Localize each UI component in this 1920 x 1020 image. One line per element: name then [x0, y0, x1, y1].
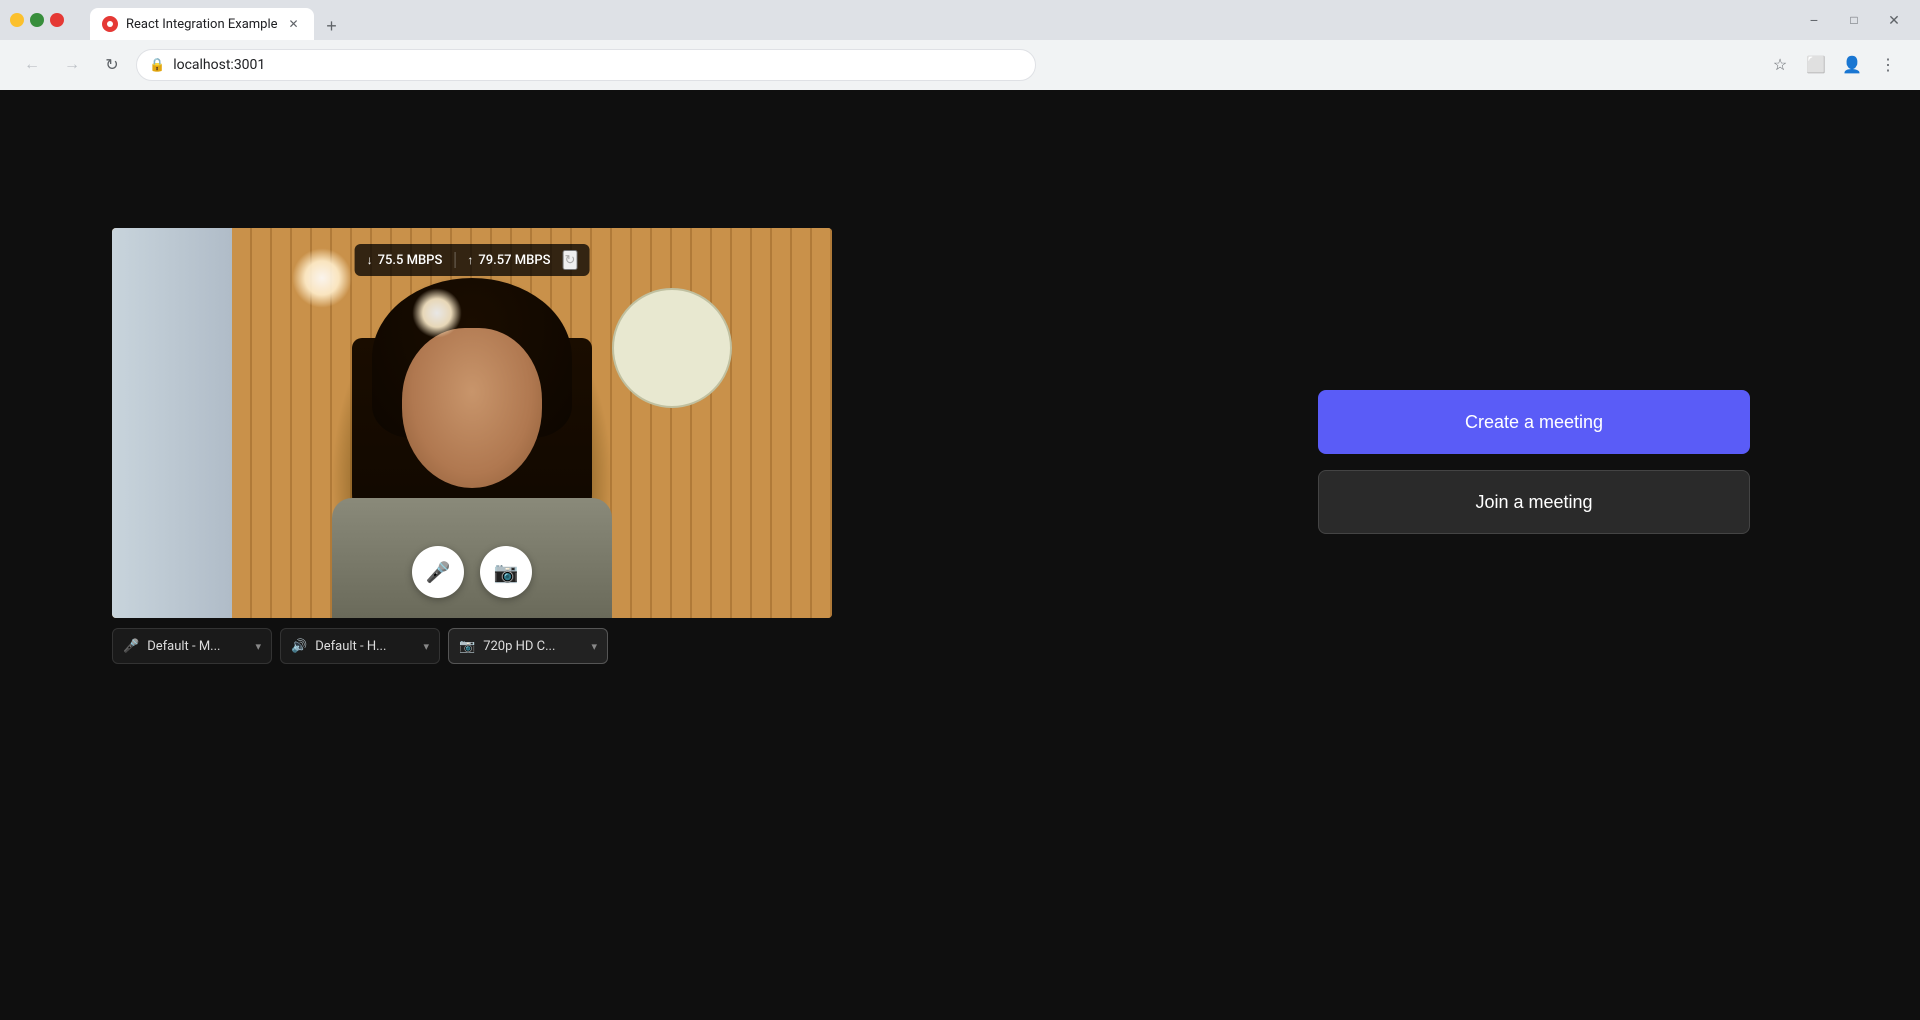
window-close-btn[interactable]: ✕ — [1878, 4, 1910, 36]
nav-bar: ← → ↻ 🔒 localhost:3001 ☆ ⬜ 👤 ⋮ — [0, 40, 1920, 90]
download-stat: ↓ 75.5 MBPS — [367, 253, 443, 268]
page-content: ↓ 75.5 MBPS ↑ 79.57 MBPS ↻ 🎤 📷 — [0, 90, 1920, 1020]
download-speed: 75.5 MBPS — [378, 253, 443, 268]
camera-select-text: 720p HD C... — [483, 639, 583, 654]
join-meeting-button[interactable]: Join a meeting — [1318, 470, 1750, 534]
new-tab-button[interactable]: + — [318, 12, 346, 40]
browser-chrome: React Integration Example ✕ + − □ ✕ ← → … — [0, 0, 1920, 90]
speaker-select-icon: 🔊 — [291, 639, 307, 654]
upload-arrow-icon: ↑ — [467, 253, 473, 267]
download-arrow-icon: ↓ — [367, 253, 373, 267]
window-controls — [10, 13, 64, 27]
back-icon: ← — [24, 56, 40, 74]
more-icon: ⋮ — [1880, 55, 1896, 75]
profile-button[interactable]: 👤 — [1836, 49, 1868, 81]
stats-divider — [454, 252, 455, 268]
minimize-button[interactable] — [10, 13, 24, 27]
mic-select-text: Default - M... — [147, 639, 247, 654]
video-container: ↓ 75.5 MBPS ↑ 79.57 MBPS ↻ 🎤 📷 — [112, 228, 832, 618]
stats-refresh-button[interactable]: ↻ — [563, 250, 578, 270]
camera-select[interactable]: 📷 720p HD C... ▾ — [448, 628, 608, 664]
back-button[interactable]: ← — [16, 49, 48, 81]
action-panel: Create a meeting Join a meeting — [1318, 390, 1750, 534]
upload-stat: ↑ 79.57 MBPS — [467, 253, 550, 268]
create-meeting-button[interactable]: Create a meeting — [1318, 390, 1750, 454]
tab-close-button[interactable]: ✕ — [286, 16, 302, 32]
extensions-button[interactable]: ⬜ — [1800, 49, 1832, 81]
window-minimize-btn[interactable]: − — [1798, 4, 1830, 36]
extensions-icon: ⬜ — [1806, 55, 1826, 75]
upload-speed: 79.57 MBPS — [478, 253, 550, 268]
camera-select-icon: 📷 — [459, 639, 475, 654]
person-face — [402, 328, 542, 488]
forward-icon: → — [64, 56, 80, 74]
media-controls: 🎤 📷 — [412, 546, 532, 598]
title-bar: React Integration Example ✕ + − □ ✕ — [0, 0, 1920, 40]
nav-actions: ☆ ⬜ 👤 ⋮ — [1764, 49, 1904, 81]
mic-chevron-icon: ▾ — [255, 640, 261, 653]
window-action-buttons: − □ ✕ — [1798, 4, 1910, 36]
address-bar[interactable]: 🔒 localhost:3001 — [136, 49, 1036, 81]
address-text: localhost:3001 — [173, 57, 265, 73]
mic-select-icon: 🎤 — [123, 639, 139, 654]
refresh-icon: ↻ — [105, 55, 118, 75]
microphone-select[interactable]: 🎤 Default - M... ▾ — [112, 628, 272, 664]
device-selectors: 🎤 Default - M... ▾ 🔊 Default - H... ▾ 📷 … — [112, 628, 832, 664]
camera-toggle-button[interactable]: 📷 — [480, 546, 532, 598]
tab-favicon — [102, 16, 118, 32]
active-tab[interactable]: React Integration Example ✕ — [90, 8, 314, 40]
bookmarks-button[interactable]: ☆ — [1764, 49, 1796, 81]
close-button[interactable] — [50, 13, 64, 27]
speaker-select[interactable]: 🔊 Default - H... ▾ — [280, 628, 440, 664]
speaker-chevron-icon: ▾ — [423, 640, 429, 653]
tab-title: React Integration Example — [126, 17, 278, 32]
camera-icon: 📷 — [494, 560, 519, 585]
profile-icon: 👤 — [1842, 55, 1862, 75]
maximize-button[interactable] — [30, 13, 44, 27]
forward-button[interactable]: → — [56, 49, 88, 81]
window-restore-btn[interactable]: □ — [1838, 4, 1870, 36]
refresh-button[interactable]: ↻ — [96, 49, 128, 81]
microphone-toggle-button[interactable]: 🎤 — [412, 546, 464, 598]
tab-bar: React Integration Example ✕ + — [80, 0, 346, 40]
camera-chevron-icon: ▾ — [591, 640, 597, 653]
video-area: ↓ 75.5 MBPS ↑ 79.57 MBPS ↻ 🎤 📷 — [112, 228, 832, 618]
network-stats-overlay: ↓ 75.5 MBPS ↑ 79.57 MBPS ↻ — [355, 244, 590, 276]
speaker-select-text: Default - H... — [315, 639, 415, 654]
lock-icon: 🔒 — [149, 58, 165, 73]
bookmarks-icon: ☆ — [1773, 55, 1787, 75]
microphone-icon: 🎤 — [426, 560, 451, 585]
more-button[interactable]: ⋮ — [1872, 49, 1904, 81]
favicon-dot — [107, 21, 113, 27]
video-left-panel — [112, 228, 232, 618]
